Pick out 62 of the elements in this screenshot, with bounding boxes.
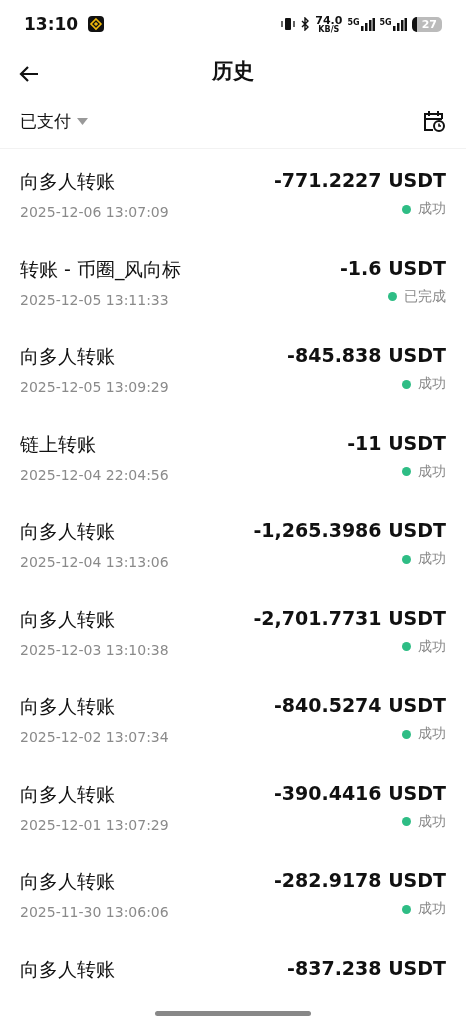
transaction-title: 向多人转账 (20, 169, 115, 194)
battery-level: 27 (411, 16, 442, 32)
transaction-title: 转账 - 币圈_风向标 (20, 256, 182, 283)
status-dot (402, 642, 411, 651)
vibrate-icon (281, 17, 296, 32)
network-speed: 74.0 (315, 14, 343, 26)
transaction-status: 成功 (418, 550, 446, 568)
transaction-date: 2025-12-01 13:07:29 (20, 816, 169, 833)
transaction-status: 成功 (418, 462, 446, 481)
transaction-title: 向多人转账 (20, 344, 115, 369)
transaction-title: 向多人转账 (20, 956, 115, 982)
transaction-amount: -390.4416 USDT (273, 781, 446, 804)
status-dot (402, 817, 411, 826)
transaction-amount: -840.5274 USDT (273, 694, 446, 716)
network-type: 5G (379, 17, 392, 27)
status-dot (402, 467, 411, 476)
transaction-amount: -845.838 USDT (287, 344, 446, 366)
transaction-title: 向多人转账 (20, 781, 115, 807)
transaction-date: 2025-12-04 22:04:56 (20, 466, 169, 483)
calendar-icon[interactable] (422, 109, 446, 134)
transaction-amount: -1.6 USDT (340, 256, 446, 279)
transaction-title: 向多人转账 (20, 606, 115, 632)
network-type: 5G (347, 17, 360, 27)
page-title: 历史 (212, 58, 254, 86)
status-dot (402, 204, 411, 214)
transaction-status: 成功 (418, 375, 446, 393)
status-dot (402, 554, 411, 564)
transaction-amount: -2,701.7731 USDT (253, 606, 446, 629)
transaction-date: 2025-12-02 13:07:34 (20, 729, 169, 745)
caret-icon (77, 117, 88, 125)
bluetooth-icon (300, 17, 311, 32)
signal-icon (392, 17, 407, 31)
transaction-amount: -837.238 USDT (287, 956, 446, 979)
status-dot (388, 292, 397, 301)
transaction-amount: -771.2227 USDT (273, 169, 446, 191)
transaction-amount: -1,265.3986 USDT (253, 519, 446, 541)
transaction-status: 成功 (418, 725, 446, 743)
transaction-date: 2025-12-05 13:11:33 (20, 291, 169, 308)
transaction-date: 2025-11-30 13:06:06 (20, 904, 169, 920)
transaction-status: 已完成 (404, 287, 446, 306)
status-filter[interactable]: 已支付 (20, 109, 88, 133)
transaction-amount: -11 USDT (347, 431, 446, 454)
app-icon (88, 16, 105, 33)
transaction-date: 2025-12-03 13:10:38 (20, 641, 169, 658)
transaction-title: 向多人转账 (20, 869, 115, 894)
status-dot (402, 904, 411, 914)
transaction-amount: -282.9178 USDT (273, 869, 446, 891)
transaction-date: 2025-12-04 13:13:06 (20, 554, 169, 570)
clock-time: 13:10 (24, 14, 79, 35)
status-dot (402, 729, 411, 739)
transaction-title: 向多人转账 (20, 519, 115, 544)
transaction-title: 向多人转账 (20, 694, 115, 719)
transaction-status: 成功 (418, 812, 446, 831)
transaction-status: 成功 (418, 200, 446, 218)
transaction-status: 成功 (418, 900, 446, 918)
signal-icon (360, 17, 375, 31)
transaction-title: 链上转账 (20, 431, 96, 457)
speed-unit: KB/S (318, 25, 340, 34)
status-dot (402, 379, 411, 389)
transaction-status: 成功 (418, 637, 446, 656)
transaction-date: 2025-12-06 13:07:09 (20, 204, 169, 220)
transaction-date: 2025-12-05 13:09:29 (20, 379, 169, 395)
